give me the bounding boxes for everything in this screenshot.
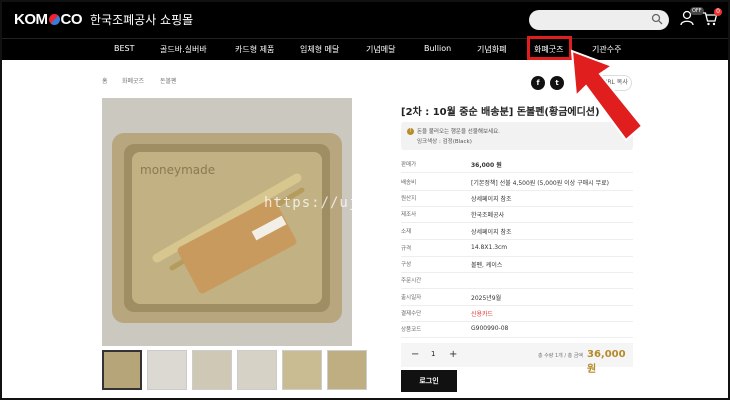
info-label: 판매가 [401, 162, 417, 168]
logo-emblem-icon [48, 14, 60, 25]
komsco-logo[interactable]: KOM CO [14, 11, 83, 28]
thumbnail-4[interactable] [237, 350, 277, 390]
notice-line-2: 잉크색상 : 검정(Black) [417, 139, 472, 145]
thumbnail-3[interactable] [192, 350, 232, 390]
breadcrumb-category[interactable]: 화폐굿즈 [122, 76, 144, 85]
info-label: 결제수단 [401, 311, 422, 317]
total-price: 36,000 원 [587, 349, 626, 375]
nav-item-commemorative-medal[interactable]: 기념메달 [366, 44, 395, 55]
nav-item-best[interactable]: BEST [114, 44, 135, 53]
info-label: 배송비 [401, 180, 417, 186]
thumbnail-1[interactable] [102, 350, 142, 390]
info-row-material: 소재 상세페이지 참조 [401, 222, 633, 240]
info-value: 한국조폐공사 [471, 212, 505, 219]
total-label: 총 수량 1개 / 총 금액 [538, 353, 584, 359]
search-input[interactable] [529, 10, 669, 30]
red-arrow-annotation [570, 49, 644, 142]
info-value: 14.8X1.3cm [471, 244, 508, 251]
info-label: 제조사 [401, 212, 417, 218]
product-illustration: moneymade [102, 98, 352, 346]
nav-item-3d-medal[interactable]: 입체형 메달 [300, 44, 339, 55]
info-label: 구성 [401, 262, 412, 268]
info-value: 36,000 원 [471, 162, 502, 169]
cart-count-badge: 0 [714, 8, 722, 16]
brand-name: 한국조폐공사 쇼핑몰 [90, 13, 194, 27]
quantity-value[interactable]: 1 [431, 350, 435, 358]
info-label: 소재 [401, 229, 412, 235]
login-button[interactable]: 로그인 [401, 370, 457, 392]
search-icon[interactable] [651, 13, 663, 25]
info-label: 출시일자 [401, 295, 422, 301]
info-icon: ! [407, 128, 414, 135]
info-value: 신용카드 [471, 311, 494, 318]
info-label: 주문시간 [401, 278, 422, 284]
top-header: KOM CO 한국조폐공사 쇼핑몰 OFF 0 [2, 2, 728, 38]
thumbnail-6[interactable] [327, 350, 367, 390]
svg-text:moneymade: moneymade [140, 163, 215, 177]
info-row-product-code: 상품코드 G900990-08 [401, 320, 633, 338]
info-value: 상세페이지 참조 [471, 196, 512, 203]
quantity-minus-button[interactable]: − [411, 349, 419, 360]
info-value: 볼펜, 케이스 [471, 262, 503, 269]
quantity-plus-button[interactable]: + [449, 349, 457, 360]
breadcrumb-home[interactable]: 홈 [102, 76, 108, 85]
info-value: 상세페이지 참조 [471, 229, 512, 236]
nav-item-gold-silver-bar[interactable]: 골드바.실버바 [160, 44, 207, 55]
facebook-icon[interactable]: f [531, 76, 545, 90]
info-value: 2025년9월 [471, 295, 502, 302]
nav-item-commemorative-currency[interactable]: 기념화폐 [477, 44, 506, 55]
product-main-image: moneymade [102, 98, 352, 346]
info-row-order-time: 주문시간 [401, 271, 633, 289]
info-value: [기본정책] 선불 4,500원 (5,000원 이상 구매시 무료) [471, 180, 609, 187]
thumbnail-2[interactable] [147, 350, 187, 390]
info-value: G900990-08 [471, 325, 509, 332]
info-row-manufacturer: 제조사 한국조폐공사 [401, 205, 633, 223]
breadcrumb-product[interactable]: 돈볼펜 [160, 76, 177, 85]
thumbnail-5[interactable] [282, 350, 322, 390]
info-label: 규격 [401, 246, 412, 252]
nav-item-card-products[interactable]: 카드형 제품 [235, 44, 274, 55]
info-label: 원산지 [401, 196, 417, 202]
nav-item-bullion[interactable]: Bullion [424, 44, 451, 53]
notice-line-1: 돈을 불러오는 행운을 선물해보세요. [417, 129, 500, 135]
info-row-price: 판매가 36,000 원 [401, 155, 633, 173]
info-label: 상품코드 [401, 327, 422, 333]
quantity-box: − 1 + 총 수량 1개 / 총 금액 36,000 원 [401, 343, 633, 375]
